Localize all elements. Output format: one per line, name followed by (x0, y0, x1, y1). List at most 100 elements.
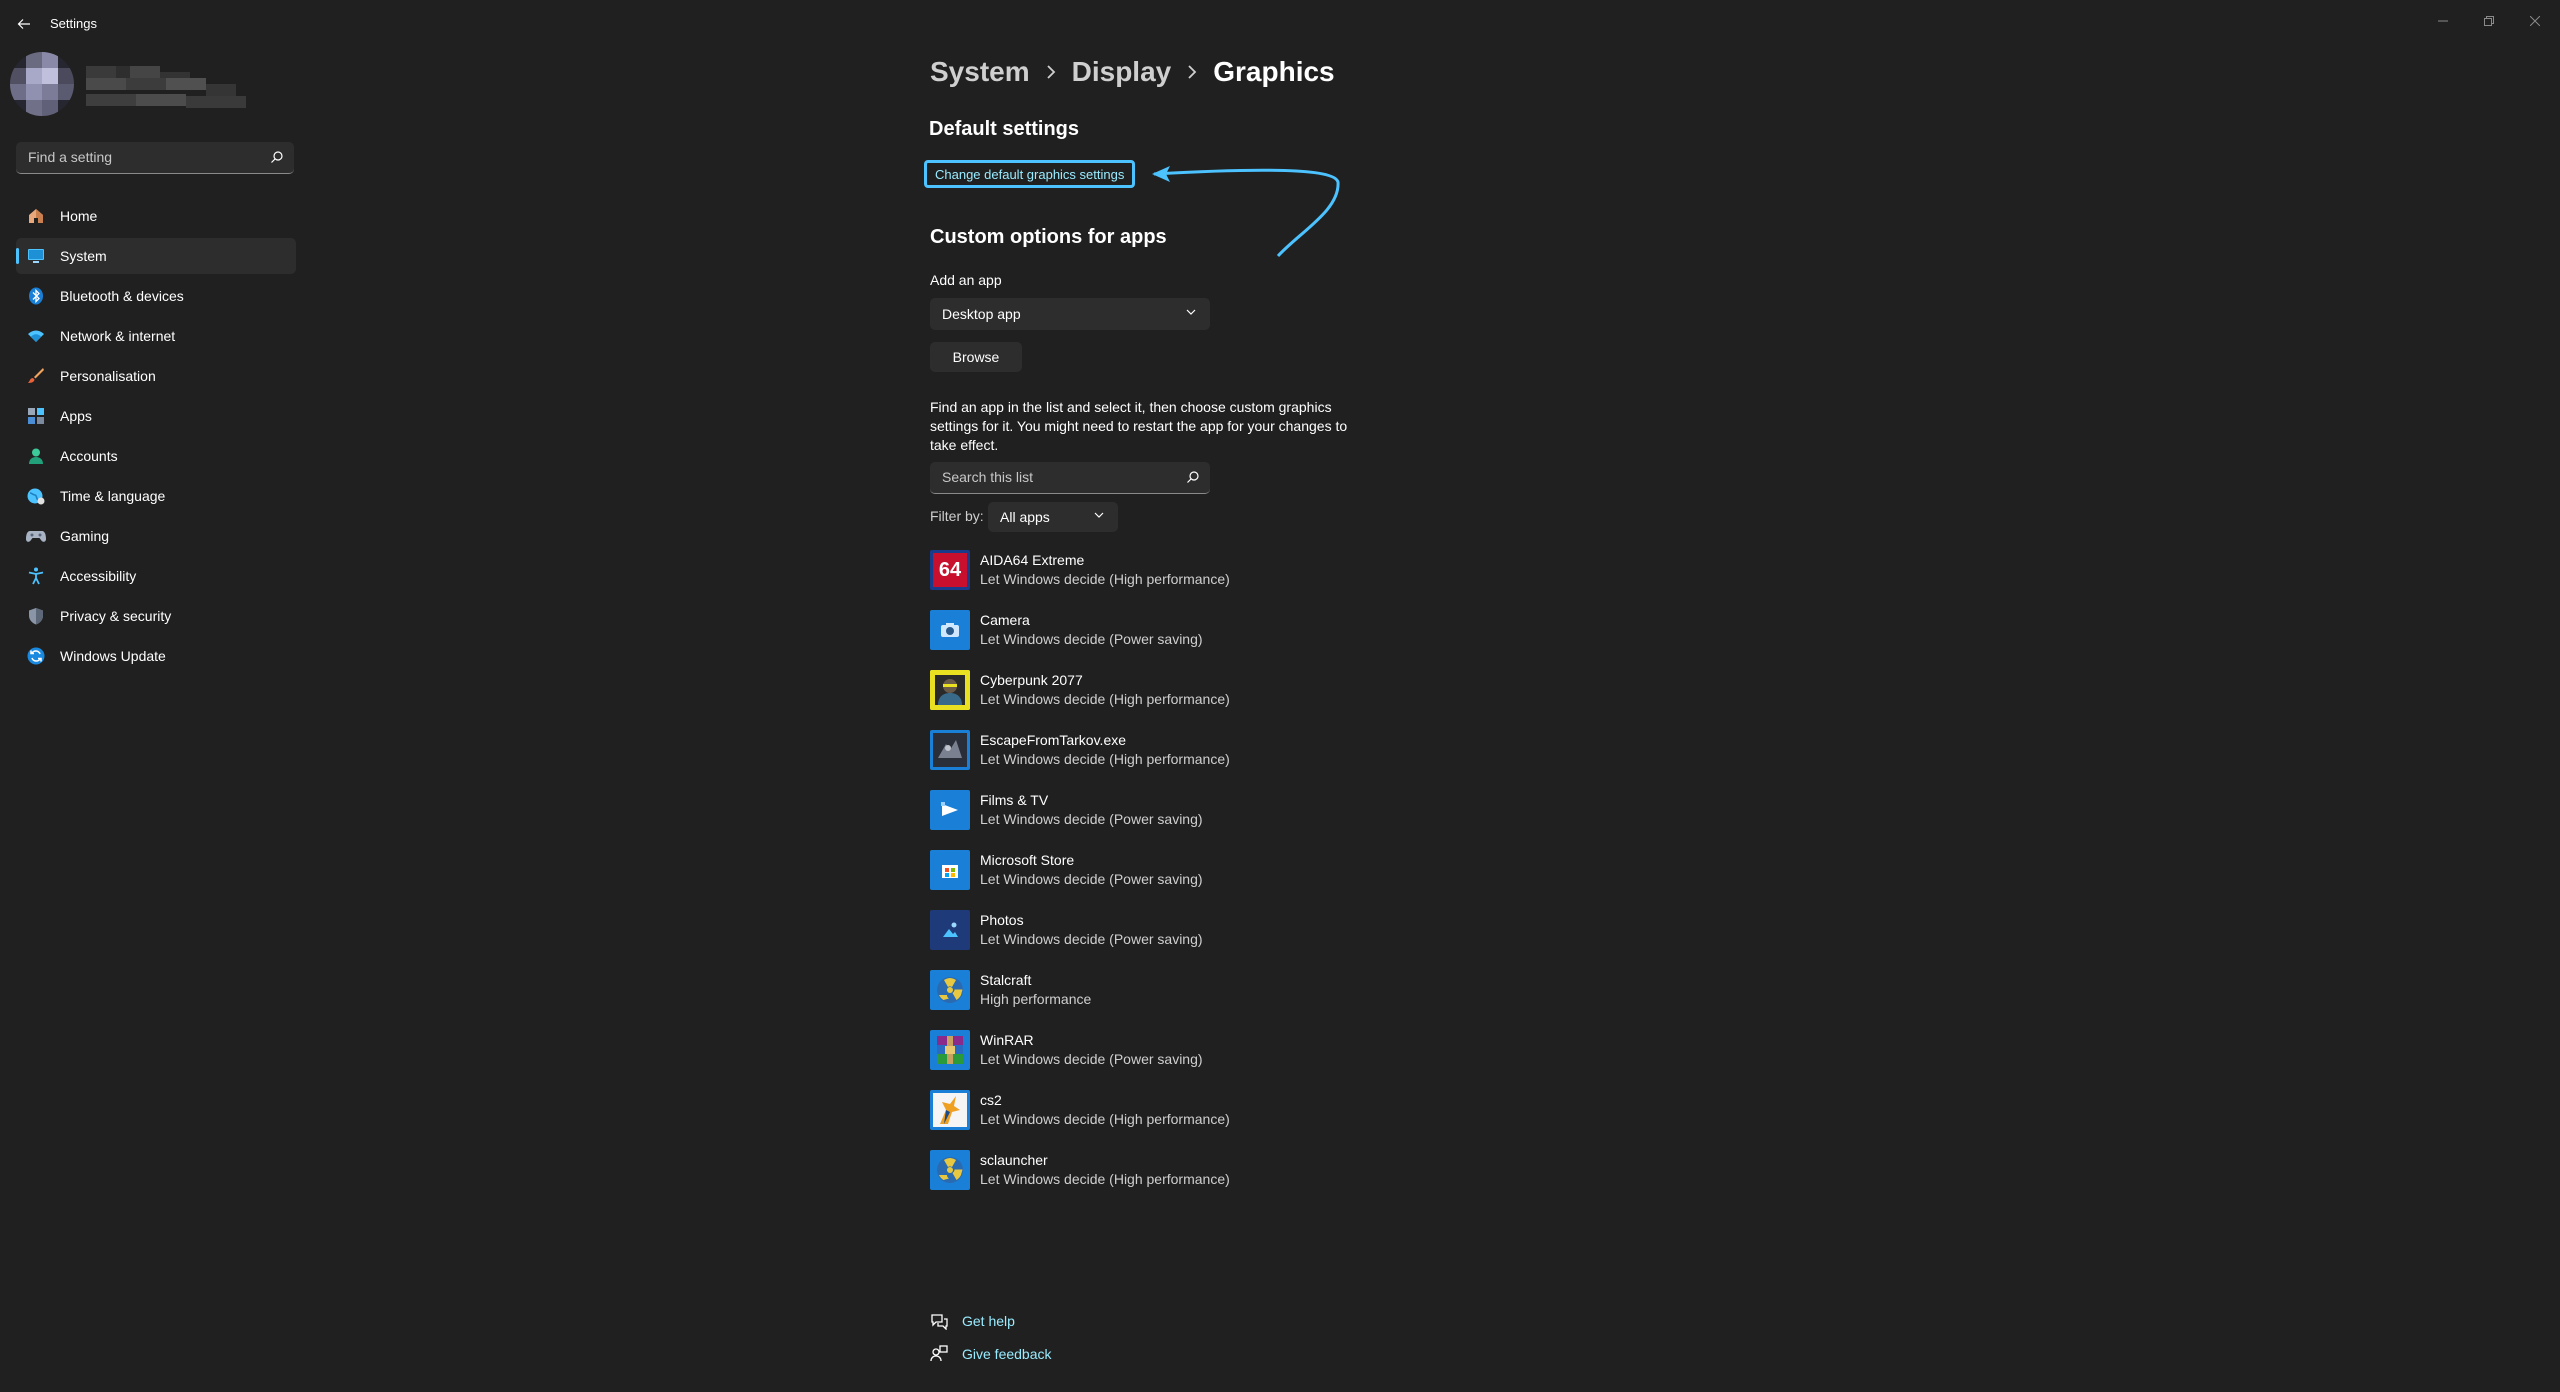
default-settings-heading: Default settings (929, 118, 1080, 140)
add-app-label: Add an app (930, 272, 1002, 288)
app-type-dropdown[interactable]: Desktop app (930, 298, 1210, 330)
sidebar-item-label: Windows Update (60, 648, 166, 664)
annotation-arrow-icon (1152, 166, 1340, 258)
app-row-camera[interactable]: Camera Let Windows decide (Power saving) (930, 610, 1350, 670)
app-preference: Let Windows decide (High performance) (980, 691, 1230, 707)
app-type-value: Desktop app (942, 306, 1021, 322)
search-list-input[interactable] (940, 468, 1174, 486)
app-row-microsoft-store[interactable]: Microsoft Store Let Windows decide (Power… (930, 850, 1350, 910)
sidebar-item-privacy-security[interactable]: Privacy & security (16, 598, 296, 634)
minimize-button[interactable] (2420, 6, 2466, 36)
profile-name-redacted (86, 66, 256, 112)
stalcraft-icon (930, 970, 970, 1010)
chevron-down-icon (1186, 309, 1196, 315)
app-list: 64 AIDA64 Extreme Let Windows decide (Hig… (930, 550, 1350, 1210)
app-row-winrar[interactable]: WinRAR Let Windows decide (Power saving) (930, 1030, 1350, 1090)
sidebar-nav: Home System Bluetooth & devices Network … (16, 198, 296, 678)
search-list-box[interactable] (930, 462, 1210, 494)
sidebar-item-label: Network & internet (60, 328, 176, 344)
app-row-cs2[interactable]: cs2 Let Windows decide (High performance) (930, 1090, 1350, 1150)
sidebar-item-label: Bluetooth & devices (60, 288, 184, 304)
restore-button[interactable] (2466, 6, 2512, 36)
camera-icon (930, 610, 970, 650)
chevron-down-icon (1094, 512, 1104, 518)
find-setting-search[interactable] (16, 142, 294, 174)
sidebar-item-accessibility[interactable]: Accessibility (16, 558, 296, 594)
sidebar-item-home[interactable]: Home (16, 198, 296, 234)
avatar[interactable] (10, 52, 74, 116)
app-preference: High performance (980, 991, 1092, 1007)
give-feedback-row[interactable]: Give feedback (930, 1345, 1052, 1363)
sidebar-item-personalisation[interactable]: Personalisation (16, 358, 296, 394)
brush-icon (26, 366, 46, 386)
app-row-cyberpunk[interactable]: Cyberpunk 2077 Let Windows decide (High p… (930, 670, 1350, 730)
sidebar-item-label: Accessibility (60, 568, 137, 584)
title-bar: Settings (0, 0, 2560, 48)
give-feedback-link[interactable]: Give feedback (962, 1346, 1052, 1362)
sclauncher-icon (930, 1150, 970, 1190)
instructions-text: Find an app in the list and select it, t… (930, 399, 1348, 453)
close-button[interactable] (2512, 6, 2558, 36)
sidebar-item-network[interactable]: Network & internet (16, 318, 296, 354)
aida64-icon-text: 64 (938, 558, 962, 581)
breadcrumb-graphics: Graphics (1213, 56, 1335, 87)
gamepad-icon (26, 526, 46, 546)
search-icon[interactable] (270, 150, 284, 164)
browse-button[interactable]: Browse (930, 342, 1022, 372)
close-icon (2530, 16, 2540, 26)
sidebar-item-system[interactable]: System (16, 238, 296, 274)
wifi-icon (26, 326, 46, 346)
person-icon (26, 446, 46, 466)
sidebar-item-label: Gaming (60, 528, 110, 544)
breadcrumb-display[interactable]: Display (1072, 56, 1172, 88)
app-row-photos[interactable]: Photos Let Windows decide (Power saving) (930, 910, 1350, 970)
breadcrumb-system[interactable]: System (930, 56, 1030, 88)
change-default-graphics-link[interactable]: Change default graphics settings (924, 160, 1136, 188)
custom-options-heading: Custom options for apps (930, 226, 1167, 248)
search-icon[interactable] (1186, 470, 1200, 484)
minimize-icon (2438, 20, 2448, 22)
app-preference: Let Windows decide (High performance) (980, 1111, 1230, 1127)
cs2-icon (930, 1090, 970, 1130)
app-preference: Let Windows decide (Power saving) (980, 811, 1203, 827)
cyberpunk-icon (930, 670, 970, 710)
pixelated-avatar-image (10, 52, 74, 116)
aida64-icon: 64 (930, 550, 970, 590)
sidebar-item-label: Accounts (60, 448, 118, 464)
filter-value: All apps (1000, 509, 1050, 525)
breadcrumb: System Display Graphics (930, 56, 1335, 88)
filter-label: Filter by: (930, 508, 984, 524)
chevron-right-icon (1187, 65, 1197, 79)
shield-icon (26, 606, 46, 626)
app-preference: Let Windows decide (High performance) (980, 571, 1230, 587)
app-row-stalcraft[interactable]: Stalcraft High performance (930, 970, 1350, 1030)
app-row-sclauncher[interactable]: sclauncher Let Windows decide (High perfo… (930, 1150, 1350, 1210)
app-row-tarkov[interactable]: EscapeFromTarkov.exe Let Windows decide (… (930, 730, 1350, 790)
app-preference: Let Windows decide (Power saving) (980, 631, 1203, 647)
back-button[interactable] (10, 10, 38, 38)
sidebar-item-accounts[interactable]: Accounts (16, 438, 296, 474)
sidebar-item-windows-update[interactable]: Windows Update (16, 638, 296, 674)
sidebar-item-label: Time & language (60, 488, 166, 504)
sidebar-item-label: Home (60, 208, 98, 224)
sidebar-item-apps[interactable]: Apps (16, 398, 296, 434)
sidebar-item-time-language[interactable]: Time & language (16, 478, 296, 514)
back-arrow-icon (17, 19, 30, 29)
films-tv-icon (930, 790, 970, 830)
restore-icon (2484, 16, 2494, 26)
store-icon (930, 850, 970, 890)
find-setting-input[interactable] (26, 148, 260, 166)
sidebar-item-gaming[interactable]: Gaming (16, 518, 296, 554)
app-preference: Let Windows decide (Power saving) (980, 871, 1203, 887)
app-row-aida64[interactable]: 64 AIDA64 Extreme Let Windows decide (Hig… (930, 550, 1350, 610)
accessibility-icon (26, 566, 46, 586)
app-row-films-tv[interactable]: Films & TV Let Windows decide (Power savi… (930, 790, 1350, 850)
get-help-row[interactable]: Get help (930, 1312, 1015, 1330)
filter-dropdown[interactable]: All apps (988, 502, 1118, 532)
winrar-icon (930, 1030, 970, 1070)
apps-icon (26, 406, 46, 426)
sidebar-item-bluetooth[interactable]: Bluetooth & devices (16, 278, 296, 314)
sidebar-item-label: Privacy & security (60, 608, 172, 624)
sidebar-item-label: Personalisation (60, 368, 156, 384)
get-help-link[interactable]: Get help (962, 1313, 1015, 1329)
